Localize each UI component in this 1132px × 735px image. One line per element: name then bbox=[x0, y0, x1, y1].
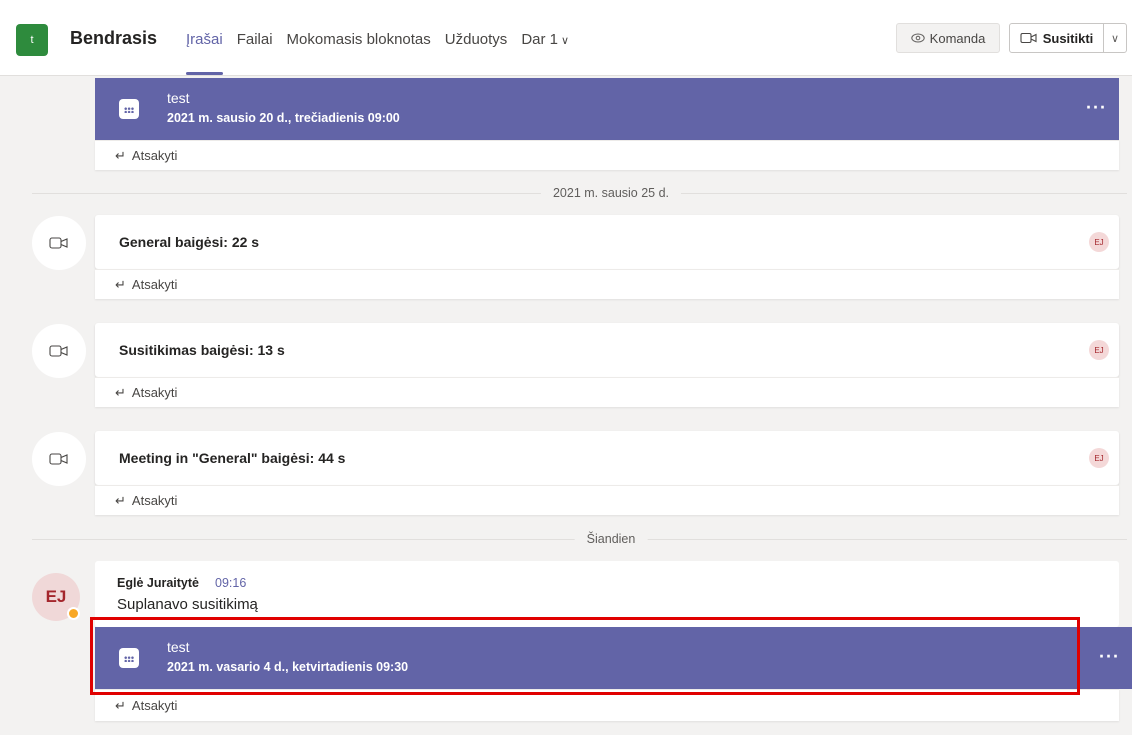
avatar[interactable]: EJ bbox=[1089, 232, 1109, 252]
chevron-down-icon: ∨ bbox=[561, 35, 570, 47]
reply-label: Atsakyti bbox=[131, 493, 178, 508]
date-separator: Šiandien bbox=[32, 532, 1127, 546]
tab-assignments[interactable]: Užduotys bbox=[445, 31, 508, 48]
meet-button-main[interactable]: Susitikti bbox=[1010, 24, 1104, 52]
meeting-banner[interactable]: test 2021 m. vasario 4 d., ketvirtadieni… bbox=[95, 627, 1132, 689]
reply-label: Atsakyti bbox=[131, 148, 178, 163]
reply-arrow-icon: ↵ bbox=[115, 697, 126, 713]
meeting-ended-card: Susitikimas baigėsi: 13 s EJ bbox=[95, 323, 1119, 377]
message-time: 09:16 bbox=[215, 576, 247, 590]
reply-button[interactable]: ↵ Atsakyti bbox=[95, 485, 1119, 515]
meeting-title: test bbox=[167, 639, 190, 655]
tab-bar: Įrašai Failai Mokomasis bloknotas Užduot… bbox=[186, 31, 569, 75]
message-author[interactable]: Eglė Juraitytė bbox=[117, 576, 199, 590]
reply-label: Atsakyti bbox=[131, 277, 178, 292]
meeting-ended-text: Meeting in "General" baigėsi: 44 s bbox=[119, 450, 346, 466]
meeting-datetime: 2021 m. vasario 4 d., ketvirtadienis 09:… bbox=[167, 660, 409, 674]
tab-posts[interactable]: Įrašai bbox=[186, 31, 223, 75]
away-status-icon bbox=[67, 607, 80, 620]
calendar-icon bbox=[119, 99, 139, 119]
meeting-title: test bbox=[167, 90, 190, 106]
team-avatar[interactable]: t bbox=[16, 24, 48, 56]
reply-button[interactable]: ↵ Atsakyti bbox=[95, 377, 1119, 407]
eye-icon bbox=[910, 33, 925, 43]
meeting-ended-card: Meeting in "General" baigėsi: 44 s EJ bbox=[95, 431, 1119, 485]
message-card bbox=[95, 561, 1119, 627]
calendar-icon bbox=[119, 648, 139, 668]
meet-button-label: Susitikti bbox=[1042, 30, 1094, 46]
video-camera-icon bbox=[32, 324, 86, 378]
channel-header: t Bendrasis Įrašai Failai Mokomasis blok… bbox=[0, 0, 1132, 76]
avatar[interactable]: EJ bbox=[1089, 448, 1109, 468]
more-options-icon[interactable]: ··· bbox=[1099, 646, 1120, 667]
reply-button[interactable]: ↵ Atsakyti bbox=[95, 269, 1119, 299]
video-camera-icon bbox=[32, 432, 86, 486]
date-separator: 2021 m. sausio 25 d. bbox=[32, 186, 1127, 200]
team-button-label: Komanda bbox=[929, 30, 986, 46]
meet-button[interactable]: Susitikti ∨ bbox=[1009, 23, 1127, 53]
video-camera-icon bbox=[32, 216, 86, 270]
tab-more[interactable]: Dar 1 ∨ bbox=[521, 31, 569, 48]
reply-label: Atsakyti bbox=[131, 698, 178, 713]
reply-arrow-icon: ↵ bbox=[115, 147, 126, 163]
reply-label: Atsakyti bbox=[131, 385, 178, 400]
reply-arrow-icon: ↵ bbox=[115, 492, 126, 508]
reply-arrow-icon: ↵ bbox=[115, 276, 126, 292]
chevron-down-icon[interactable]: ∨ bbox=[1104, 32, 1126, 45]
meeting-ended-text: Susitikimas baigėsi: 13 s bbox=[119, 342, 285, 358]
team-name: Bendrasis bbox=[70, 28, 158, 48]
reply-button[interactable]: ↵ Atsakyti bbox=[95, 689, 1119, 721]
date-separator-label: Šiandien bbox=[574, 532, 648, 546]
reply-arrow-icon: ↵ bbox=[115, 384, 126, 400]
tab-more-label: Dar 1 bbox=[521, 31, 558, 48]
meeting-ended-card: General baigėsi: 22 s EJ bbox=[95, 215, 1119, 269]
more-options-icon[interactable]: ··· bbox=[1086, 97, 1107, 118]
avatar[interactable]: EJ bbox=[1089, 340, 1109, 360]
video-camera-icon bbox=[1020, 32, 1037, 44]
message-text: Suplanavo susitikimą bbox=[117, 596, 258, 613]
tab-files[interactable]: Failai bbox=[237, 31, 273, 48]
meeting-ended-text: General baigėsi: 22 s bbox=[119, 234, 260, 250]
reply-button[interactable]: ↵ Atsakyti bbox=[95, 140, 1119, 170]
date-separator-label: 2021 m. sausio 25 d. bbox=[540, 186, 682, 200]
tab-notebook[interactable]: Mokomasis bloknotas bbox=[287, 31, 431, 48]
meeting-banner[interactable]: test 2021 m. sausio 20 d., trečiadienis … bbox=[95, 78, 1119, 140]
team-button[interactable]: Komanda bbox=[896, 23, 1000, 53]
meeting-datetime: 2021 m. sausio 20 d., trečiadienis 09:00 bbox=[167, 111, 400, 125]
